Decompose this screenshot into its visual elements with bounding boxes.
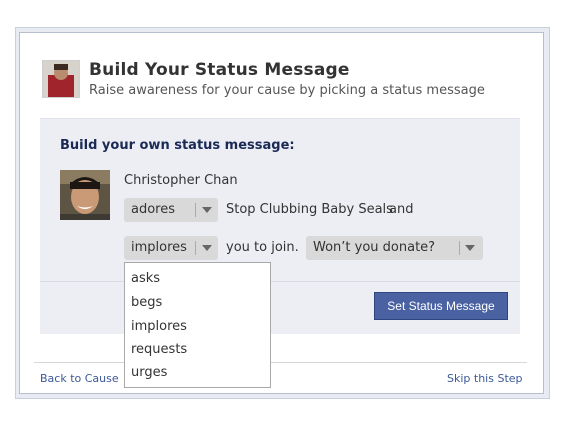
select-divider [195,203,196,217]
cause-name: Stop Clubbing Baby Seals [226,202,393,217]
cause-avatar [42,60,80,98]
builder-section-label: Build your own status message: [60,138,295,153]
join-text: you to join. [226,240,299,255]
chevron-down-icon [465,245,475,251]
dropdown-option[interactable]: begs [131,295,162,310]
dropdown-option[interactable]: requests [131,342,187,357]
chevron-down-icon [202,207,212,213]
dialog-title: Build Your Status Message [89,60,350,80]
verb-select[interactable]: adores [124,198,218,222]
dropdown-option[interactable]: implores [131,319,187,334]
action-select-dropdown: asks begs implores requests urges [124,262,271,388]
skip-step-link[interactable]: Skip this Step [447,372,523,385]
dropdown-option[interactable]: asks [131,271,160,286]
footer-divider [34,362,527,363]
chevron-down-icon [202,245,212,251]
action-select-value: implores [131,240,187,255]
dropdown-option[interactable]: urges [131,365,167,380]
ask-select-value: Won’t you donate? [313,240,436,255]
user-avatar [60,170,110,220]
ask-select[interactable]: Won’t you donate? [306,236,483,260]
dialog-subtitle: Raise awareness for your cause by pickin… [89,83,485,98]
select-divider [459,241,460,255]
back-to-cause-link[interactable]: Back to Cause [40,372,119,385]
conjunction-text: and [389,202,414,217]
action-select[interactable]: implores [124,236,218,260]
set-status-message-button[interactable]: Set Status Message [374,292,508,320]
select-divider [195,241,196,255]
verb-select-value: adores [131,202,176,217]
user-name: Christopher Chan [124,173,238,188]
